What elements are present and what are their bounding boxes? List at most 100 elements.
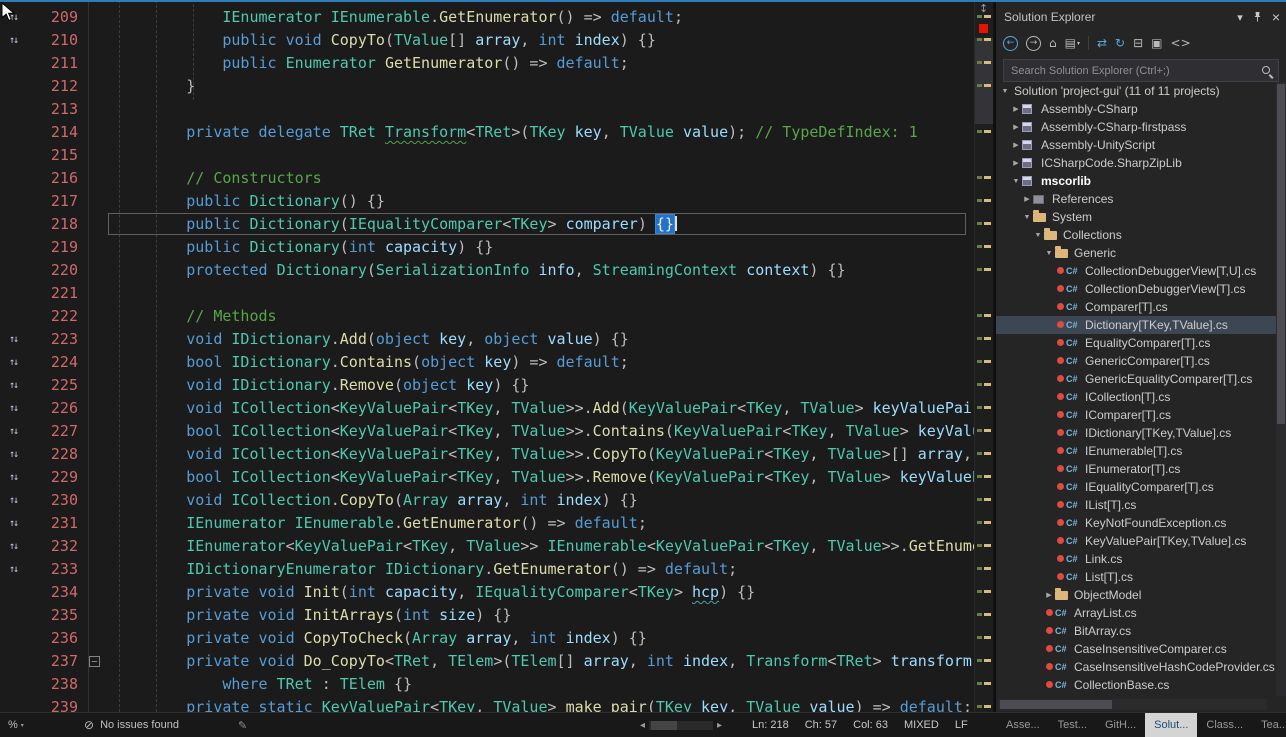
implements-indicator-icon[interactable]: ↑↓ <box>0 495 26 506</box>
collapse-arrow-icon[interactable]: ▼ <box>999 88 1011 95</box>
tree-item[interactable]: ▶References <box>996 190 1276 208</box>
implements-indicator-icon[interactable]: ↑↓ <box>0 518 26 529</box>
line-number[interactable]: 232 <box>26 535 78 558</box>
hscrollbar-track[interactable] <box>649 721 713 730</box>
code-line-211[interactable]: 211 public Enumerator GetEnumerator() =>… <box>0 52 975 75</box>
code-line-228[interactable]: ↑↓228 void ICollection<KeyValuePair<TKey… <box>0 443 975 466</box>
line-number[interactable]: 235 <box>26 604 78 627</box>
char-indicator[interactable]: Ch: 57 <box>805 719 837 731</box>
code-line-209[interactable]: ↑↓209 IEnumerator IEnumerable.GetEnumera… <box>0 6 975 29</box>
tool-tab-4[interactable]: Class... <box>1197 713 1252 737</box>
code-editor-pane[interactable]: ↑↓209 IEnumerator IEnumerable.GetEnumera… <box>0 0 993 712</box>
tree-item[interactable]: C#IEnumerable[T].cs <box>996 442 1276 460</box>
issues-indicator[interactable]: ⊘No issues found <box>84 713 179 737</box>
implements-indicator-icon[interactable]: ↑↓ <box>0 426 26 437</box>
window-menu-icon[interactable]: ▾ <box>1237 11 1243 24</box>
tree-item[interactable]: C#Link.cs <box>996 550 1276 568</box>
expand-arrow-icon[interactable]: ▶ <box>1010 141 1022 149</box>
line-number[interactable]: 227 <box>26 420 78 443</box>
line-number[interactable]: 219 <box>26 236 78 259</box>
tree-item[interactable]: C#CollectionBase.cs <box>996 676 1276 694</box>
line-number[interactable]: 230 <box>26 489 78 512</box>
line-number[interactable]: 228 <box>26 443 78 466</box>
line-number[interactable]: 213 <box>26 98 78 121</box>
tree-item[interactable]: C#GenericComparer[T].cs <box>996 352 1276 370</box>
code-line-235[interactable]: 235 private void InitArrays(int size) {} <box>0 604 975 627</box>
tool-tab-2[interactable]: GitH... <box>1096 713 1145 737</box>
line-number[interactable]: 220 <box>26 259 78 282</box>
tree-item[interactable]: C#ICollection[T].cs <box>996 388 1276 406</box>
fold-collapse-button[interactable]: – <box>89 656 100 667</box>
tree-item[interactable]: C#IComparer[T].cs <box>996 406 1276 424</box>
code-line-224[interactable]: ↑↓224 bool IDictionary.Contains(object k… <box>0 351 975 374</box>
close-icon[interactable]: × <box>1272 9 1280 25</box>
tree-item[interactable]: ▼Solution 'project-gui' (11 of 11 projec… <box>996 82 1276 100</box>
line-number[interactable]: 237 <box>26 650 78 673</box>
tree-item[interactable]: C#EqualityComparer[T].cs <box>996 334 1276 352</box>
code-line-225[interactable]: ↑↓225 void IDictionary.Remove(object key… <box>0 374 975 397</box>
scrollbar-thumb[interactable] <box>975 38 993 124</box>
code-line-233[interactable]: ↑↓233 IDictionaryEnumerator IDictionary.… <box>0 558 975 581</box>
code-line-238[interactable]: 238 where TRet : TElem {} <box>0 673 975 696</box>
line-number[interactable]: 221 <box>26 282 78 305</box>
code-line-227[interactable]: ↑↓227 bool ICollection<KeyValuePair<TKey… <box>0 420 975 443</box>
pin-icon[interactable] <box>1252 11 1263 23</box>
expand-arrow-icon[interactable]: ▶ <box>1010 105 1022 113</box>
code-line-222[interactable]: 222 // Methods <box>0 305 975 328</box>
tree-horizontal-scrollbar[interactable] <box>998 699 1267 710</box>
expand-arrow-icon[interactable]: ▶ <box>1010 123 1022 131</box>
code-line-230[interactable]: ↑↓230 void ICollection.CopyTo(Array arra… <box>0 489 975 512</box>
tree-hscrollbar-thumb[interactable] <box>1000 700 1112 709</box>
tree-item[interactable]: C#IDictionary[TKey,TValue].cs <box>996 424 1276 442</box>
code-line-213[interactable]: 213 <box>0 98 975 121</box>
tree-vertical-scrollbar[interactable] <box>1276 82 1286 696</box>
eol-indicator[interactable]: LF <box>955 719 968 731</box>
line-number[interactable]: 215 <box>26 144 78 167</box>
view-scope-icon[interactable]: ▤▾ <box>1065 36 1080 50</box>
editor-vertical-scrollbar[interactable]: ↕ <box>974 0 993 712</box>
tree-item[interactable]: ▶Assembly-CSharp-firstpass <box>996 118 1276 136</box>
tree-item[interactable]: C#GenericEqualityComparer[T].cs <box>996 370 1276 388</box>
scroll-left-icon[interactable]: ◂ <box>640 720 645 731</box>
line-number[interactable]: 214 <box>26 121 78 144</box>
code-line-237[interactable]: 237– private void Do_CopyTo<TRet, TElem>… <box>0 650 975 673</box>
code-line-210[interactable]: ↑↓210 public void CopyTo(TValue[] array,… <box>0 29 975 52</box>
line-number[interactable]: 229 <box>26 466 78 489</box>
split-editor-grip-icon[interactable]: ↕ <box>979 2 988 15</box>
tree-scrollbar-thumb[interactable] <box>1277 84 1285 424</box>
line-number[interactable]: 223 <box>26 328 78 351</box>
zoom-control[interactable]: %▾ <box>8 713 24 737</box>
line-number[interactable]: 239 <box>26 696 78 712</box>
implements-indicator-icon[interactable]: ↑↓ <box>0 449 26 460</box>
code-line-236[interactable]: 236 private void CopyToCheck(Array array… <box>0 627 975 650</box>
line-number[interactable]: 236 <box>26 627 78 650</box>
tool-tab-1[interactable]: Test... <box>1049 713 1096 737</box>
tree-item[interactable]: C#CaseInsensitiveComparer.cs <box>996 640 1276 658</box>
implements-indicator-icon[interactable]: ↑↓ <box>0 564 26 575</box>
tool-tab-3[interactable]: Solut... <box>1145 713 1197 737</box>
scroll-right-icon[interactable]: ▸ <box>717 720 722 731</box>
code-line-232[interactable]: ↑↓232 IEnumerator<KeyValuePair<TKey, TVa… <box>0 535 975 558</box>
expand-arrow-icon[interactable]: ▶ <box>1043 591 1055 599</box>
editor-horizontal-scrollbar[interactable]: ◂ ▸ <box>640 713 722 737</box>
line-number[interactable]: 238 <box>26 673 78 696</box>
tree-item[interactable]: C#CollectionDebuggerView[T,U].cs <box>996 262 1276 280</box>
code-line-229[interactable]: ↑↓229 bool ICollection<KeyValuePair<TKey… <box>0 466 975 489</box>
search-box[interactable] <box>1003 59 1279 82</box>
encoding-indicator[interactable]: MIXED <box>904 719 939 731</box>
collapse-arrow-icon[interactable]: ▼ <box>1032 232 1044 239</box>
implements-indicator-icon[interactable]: ↑↓ <box>0 334 26 345</box>
line-number[interactable]: 222 <box>26 305 78 328</box>
line-number[interactable]: 212 <box>26 75 78 98</box>
code-line-221[interactable]: 221 <box>0 282 975 305</box>
code-line-226[interactable]: ↑↓226 void ICollection<KeyValuePair<TKey… <box>0 397 975 420</box>
code-line-239[interactable]: 239 private static KeyValuePair<TKey, TV… <box>0 696 975 712</box>
code-line-234[interactable]: 234 private void Init(int capacity, IEqu… <box>0 581 975 604</box>
home-icon[interactable]: ⌂ <box>1049 36 1057 50</box>
search-icon[interactable] <box>1260 64 1273 77</box>
collapse-arrow-icon[interactable]: ▼ <box>1043 250 1055 257</box>
line-number[interactable]: 217 <box>26 190 78 213</box>
expand-arrow-icon[interactable]: ▶ <box>1010 159 1022 167</box>
tree-item[interactable]: C#Comparer[T].cs <box>996 298 1276 316</box>
hscrollbar-thumb[interactable] <box>651 721 677 730</box>
